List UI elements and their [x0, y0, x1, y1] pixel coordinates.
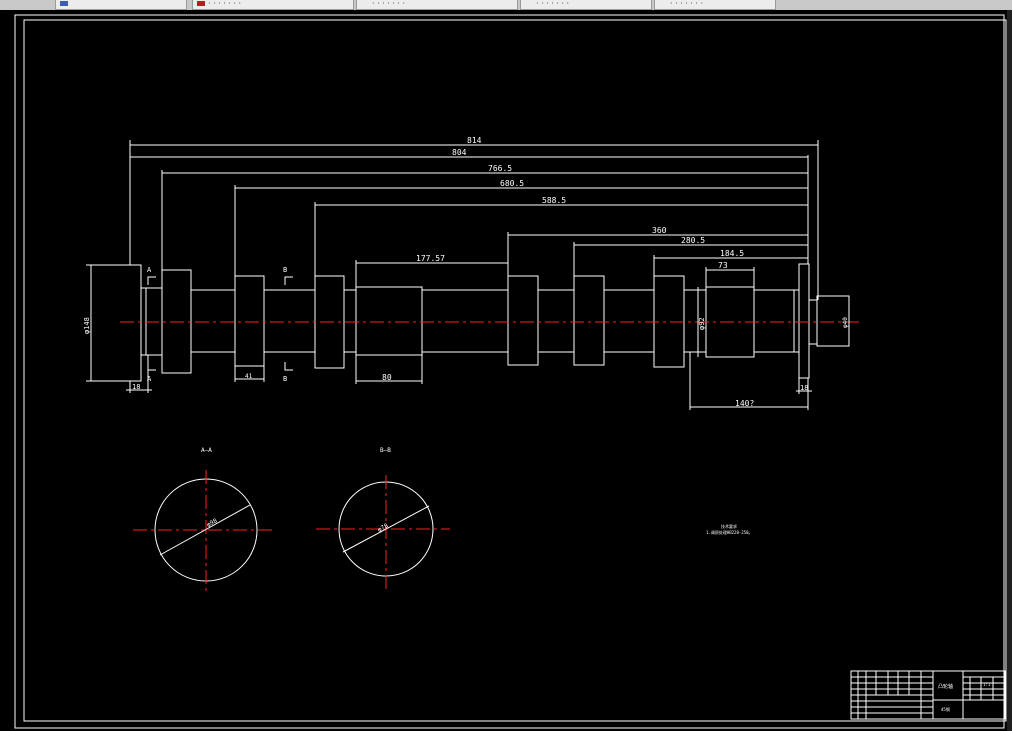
dim-dia-148: φ148 [83, 317, 91, 334]
dim-280-5: 280.5 [681, 236, 705, 245]
section-aa-title: A—A [201, 447, 212, 454]
blank-icon [361, 1, 369, 6]
section-bb-title: B—B [380, 447, 391, 454]
document-icon [60, 1, 68, 6]
document-tab-label: · · · · · · · [670, 0, 704, 8]
document-tab-4[interactable]: · · · · · · · [520, 0, 652, 10]
title-block-part-name: 凸轮轴 [938, 683, 953, 690]
title-block-material: 45钢 [941, 706, 950, 712]
document-tab-label: · · · · · · · [536, 0, 570, 8]
blank-icon [525, 1, 533, 6]
dim-184-5: 184.5 [720, 249, 744, 258]
dim-18-right: 18 [800, 384, 808, 392]
dim-73: 73 [718, 261, 728, 270]
cad-drawing-canvas[interactable]: A A B B 814 804 766.5 680.5 588.5 360 28… [0, 10, 1007, 731]
dim-80: 80 [382, 373, 392, 382]
document-tab-3[interactable]: · · · · · · · [356, 0, 518, 10]
dim-766-5: 766.5 [488, 164, 512, 173]
document-tab-label: · · · · · · · [208, 0, 242, 8]
title-block-scale: 1:1 [983, 682, 991, 687]
dim-814: 814 [467, 136, 482, 145]
dim-dia-92: φ92 [698, 317, 706, 330]
dim-140: 140? [735, 399, 754, 408]
dim-804: 804 [452, 148, 467, 157]
blank-icon [659, 1, 667, 6]
section-mark-b-bottom: B [283, 375, 287, 383]
dim-680-5: 680.5 [500, 179, 524, 188]
scrollbar-strip[interactable] [1007, 10, 1012, 731]
notes-line-1: 1.调质处理HB220-250。 [706, 529, 753, 535]
document-tab-2[interactable]: · · · · · · · [192, 0, 354, 10]
drawing-file-icon [197, 1, 205, 6]
document-tab-label: · · · · · · · [372, 0, 406, 8]
dim-dia-40: φ40 [842, 317, 849, 328]
document-tab-5[interactable]: · · · · · · · [654, 0, 776, 10]
dim-588-5: 588.5 [542, 196, 566, 205]
section-mark-b-top: B [283, 266, 287, 274]
dim-18-left: 18 [132, 383, 140, 391]
dim-177-57: 177.57 [416, 254, 445, 263]
dim-360: 360 [652, 226, 667, 235]
notes-title: 技术要求 [721, 523, 737, 529]
dim-41: 41 [245, 373, 253, 380]
document-tab-1[interactable] [55, 0, 187, 10]
